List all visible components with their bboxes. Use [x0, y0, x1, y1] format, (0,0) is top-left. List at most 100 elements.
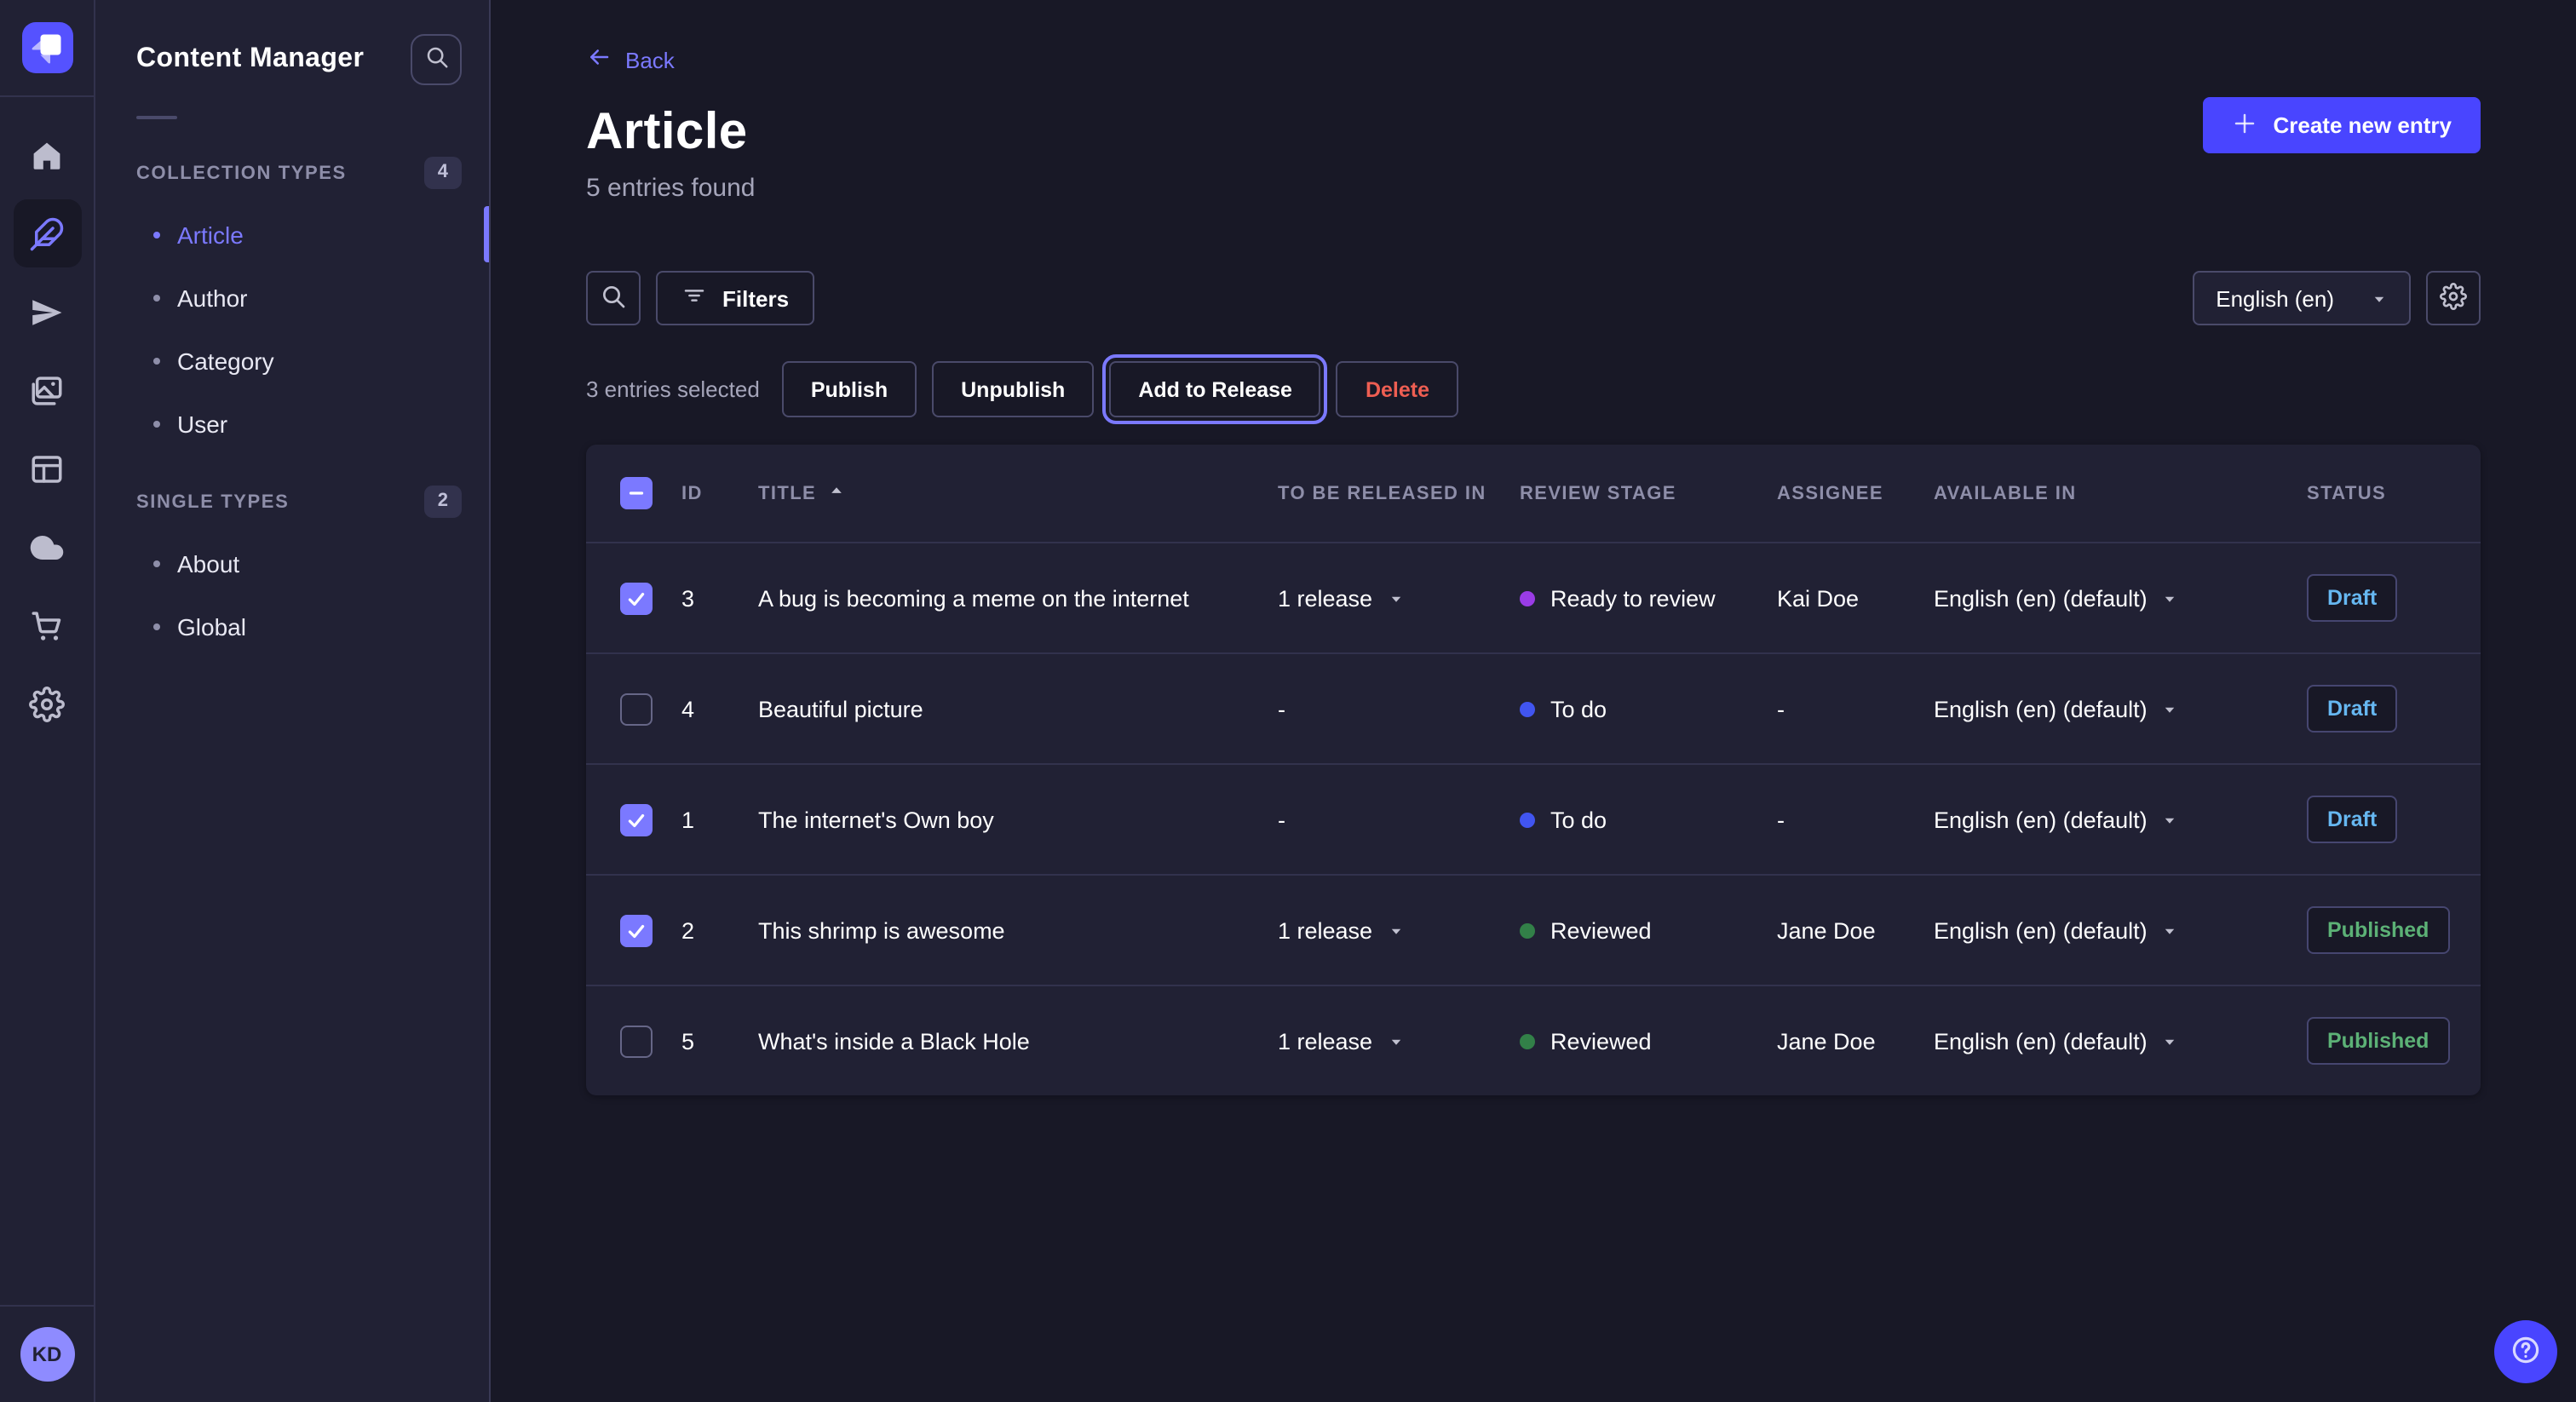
sidebar-item-label: Author	[177, 284, 248, 311]
caret-down-icon	[2372, 290, 2387, 306]
caret-down-icon	[2163, 812, 2178, 827]
row-id: 4	[681, 696, 758, 721]
sidebar-item-about[interactable]: About	[95, 531, 489, 595]
row-locale-dropdown[interactable]: English (en) (default)	[1934, 1028, 2307, 1054]
unpublish-button[interactable]: Unpublish	[932, 361, 1094, 417]
create-new-entry-button[interactable]: Create new entry	[2203, 97, 2481, 153]
stage-dot-icon	[1520, 590, 1535, 606]
row-checkbox[interactable]	[620, 582, 653, 614]
sidebar-item-category[interactable]: Category	[95, 329, 489, 392]
icon-sidebar: KD	[0, 0, 95, 1402]
nav-cloud-icon[interactable]	[13, 513, 81, 581]
bullet-icon	[153, 420, 160, 427]
table-row[interactable]: 2 This shrimp is awesome 1 release Revie…	[586, 874, 2481, 985]
row-locale-dropdown[interactable]: English (en) (default)	[1934, 696, 2307, 721]
row-title: What's inside a Black Hole	[758, 1028, 1278, 1054]
column-header-status: STATUS	[2307, 483, 2457, 503]
column-header-released-in: TO BE RELEASED IN	[1278, 483, 1520, 503]
column-header-id[interactable]: ID	[681, 483, 758, 503]
stage-dot-icon	[1520, 701, 1535, 716]
locale-select[interactable]: English (en)	[2192, 271, 2411, 325]
table-row[interactable]: 1 The internet's Own boy - To do - Engli…	[586, 763, 2481, 874]
nav-feather-icon[interactable]	[13, 199, 81, 267]
stage-dot-icon	[1520, 812, 1535, 827]
bullet-icon	[153, 623, 160, 629]
row-id: 2	[681, 917, 758, 943]
table-row[interactable]: 3 A bug is becoming a meme on the intern…	[586, 542, 2481, 652]
status-badge: Draft	[2307, 685, 2397, 733]
table-row[interactable]: 4 Beautiful picture - To do - English (e…	[586, 652, 2481, 763]
row-assignee: Kai Doe	[1777, 585, 1934, 611]
sidebar-item-label: About	[177, 549, 239, 577]
bullet-icon	[153, 294, 160, 301]
view-settings-button[interactable]	[2426, 271, 2481, 325]
sidebar-item-label: Article	[177, 221, 244, 248]
column-header-available-in: AVAILABLE IN	[1934, 483, 2307, 503]
caret-up-icon	[828, 482, 845, 504]
row-title: The internet's Own boy	[758, 807, 1278, 832]
filters-button[interactable]: Filters	[656, 271, 814, 325]
nav-panel-icon[interactable]	[13, 434, 81, 503]
caret-down-icon	[2163, 1033, 2178, 1049]
nav-cart-icon[interactable]	[13, 591, 81, 659]
sidebar-item-author[interactable]: Author	[95, 266, 489, 329]
row-id: 5	[681, 1028, 758, 1054]
main-content: Back Article 5 entries found Create new …	[491, 0, 2576, 1402]
row-review-stage: Reviewed	[1520, 1028, 1777, 1054]
nav-paper-plane-icon[interactable]	[13, 278, 81, 346]
nav-gear-icon[interactable]	[13, 669, 81, 738]
selection-count: 3 entries selected	[586, 376, 760, 402]
sidebar-item-article[interactable]: Article	[95, 203, 489, 266]
sidebar-section: COLLECTION TYPES 4 Article Author Catego…	[95, 143, 489, 455]
select-all-checkbox[interactable]	[620, 477, 653, 509]
sidebar-title: Content Manager	[136, 44, 364, 75]
status-badge: Published	[2307, 906, 2449, 955]
row-assignee: Jane Doe	[1777, 1028, 1934, 1054]
avatar[interactable]: KD	[20, 1327, 74, 1382]
row-locale-dropdown[interactable]: English (en) (default)	[1934, 585, 2307, 611]
caret-down-icon	[2163, 922, 2178, 938]
entries-table: ID TITLE TO BE RELEASED IN REVIEW STAGE …	[586, 445, 2481, 1095]
publish-button[interactable]: Publish	[782, 361, 917, 417]
strapi-logo-icon[interactable]	[21, 22, 72, 73]
column-header-assignee: ASSIGNEE	[1777, 483, 1934, 503]
sidebar-item-global[interactable]: Global	[95, 595, 489, 658]
nav-images-icon[interactable]	[13, 356, 81, 424]
row-locale-dropdown[interactable]: English (en) (default)	[1934, 807, 2307, 832]
sidebar-item-label: User	[177, 410, 227, 437]
row-release-dropdown[interactable]: 1 release	[1278, 917, 1520, 943]
divider	[136, 116, 177, 119]
sidebar-search-button[interactable]	[411, 34, 462, 85]
add-to-release-button[interactable]: Add to Release	[1109, 361, 1321, 417]
delete-button[interactable]: Delete	[1337, 361, 1458, 417]
column-header-review-stage: REVIEW STAGE	[1520, 483, 1777, 503]
column-header-title[interactable]: TITLE	[758, 482, 1278, 504]
back-link[interactable]: Back	[586, 44, 675, 75]
row-checkbox[interactable]	[620, 803, 653, 836]
row-checkbox[interactable]	[620, 1025, 653, 1057]
gear-icon	[2440, 282, 2467, 314]
logo-container	[0, 0, 94, 97]
caret-down-icon	[2163, 701, 2178, 716]
row-assignee: -	[1777, 696, 1934, 721]
plus-icon	[2232, 110, 2257, 141]
page-title: Article	[586, 104, 2481, 162]
sidebar-item-user[interactable]: User	[95, 392, 489, 455]
list-toolbar: Filters English (en)	[586, 271, 2481, 325]
section-count-badge: 4	[424, 157, 462, 189]
help-button[interactable]	[2494, 1320, 2557, 1383]
row-release-dropdown[interactable]: -	[1278, 696, 1520, 721]
table-row[interactable]: 5 What's inside a Black Hole 1 release R…	[586, 985, 2481, 1095]
row-checkbox[interactable]	[620, 914, 653, 946]
search-button[interactable]	[586, 271, 641, 325]
search-icon	[423, 44, 449, 75]
row-release-dropdown[interactable]: -	[1278, 807, 1520, 832]
status-badge: Published	[2307, 1017, 2449, 1066]
row-release-dropdown[interactable]: 1 release	[1278, 1028, 1520, 1054]
nav-home-icon[interactable]	[13, 121, 81, 189]
row-locale-dropdown[interactable]: English (en) (default)	[1934, 917, 2307, 943]
row-checkbox[interactable]	[620, 692, 653, 725]
stage-dot-icon	[1520, 1033, 1535, 1049]
row-release-dropdown[interactable]: 1 release	[1278, 585, 1520, 611]
main-nav	[13, 121, 81, 738]
